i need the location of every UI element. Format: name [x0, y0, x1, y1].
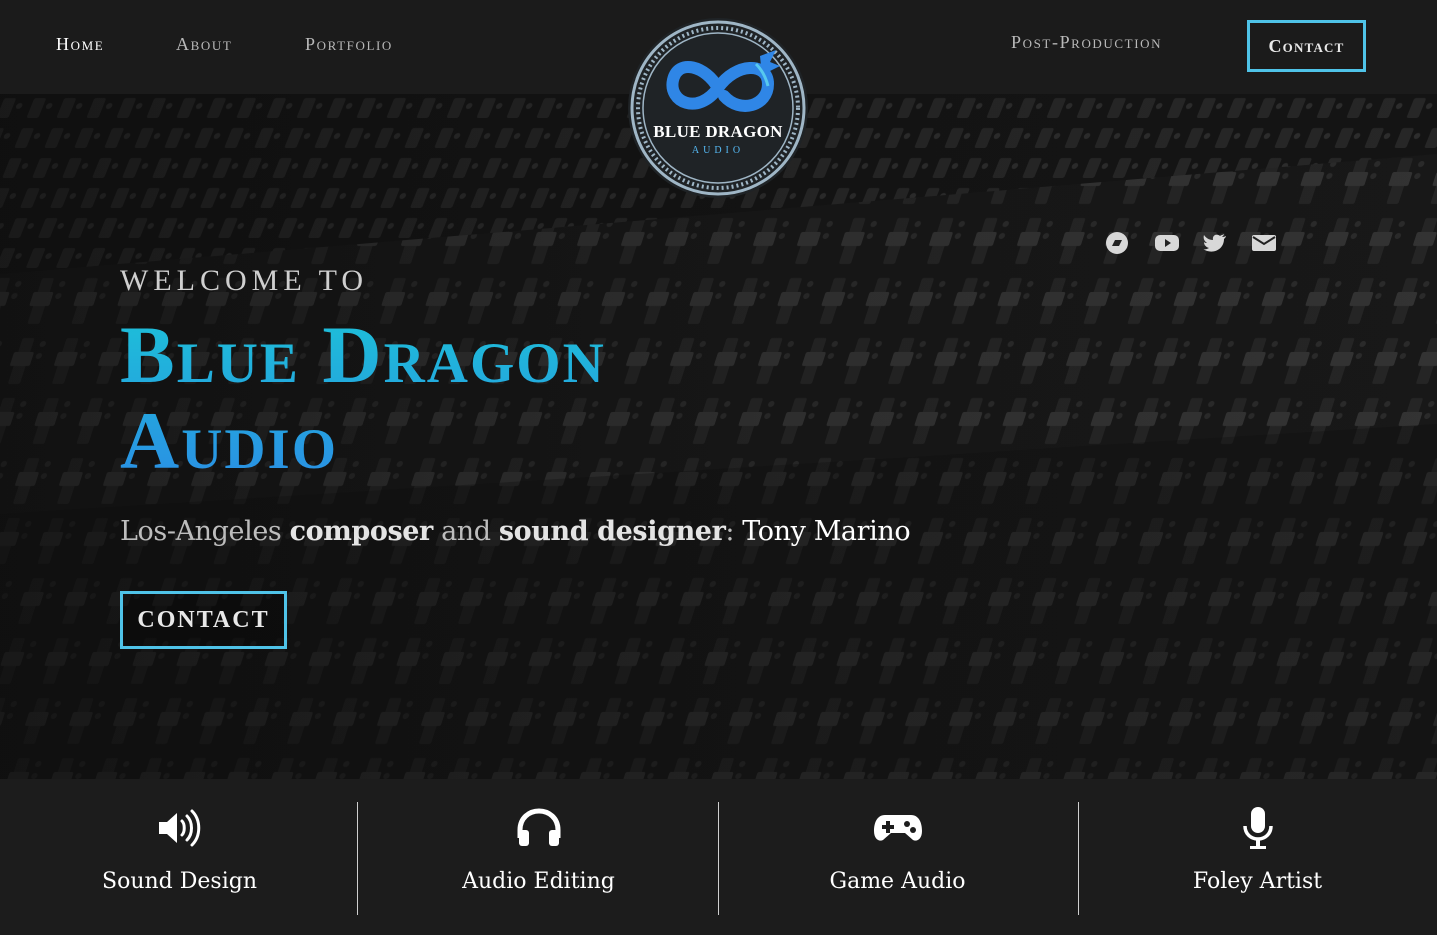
- brand-logo[interactable]: BLUE DRAGON AUDIO: [628, 18, 808, 198]
- service-label: Game Audio: [829, 869, 966, 894]
- nav-portfolio[interactable]: Portfolio: [305, 34, 393, 55]
- hero-contact-button[interactable]: CONTACT: [120, 591, 287, 649]
- hero-title-line1: Blue Dragon: [120, 309, 606, 400]
- service-sound-design[interactable]: Sound Design: [0, 779, 359, 935]
- nav-about[interactable]: About: [176, 34, 232, 55]
- tagline-name: Tony Marino: [742, 516, 911, 547]
- gamepad-icon: [718, 805, 1077, 851]
- twitter-icon[interactable]: [1202, 230, 1228, 256]
- nav-post-production[interactable]: Post-Production: [1011, 32, 1162, 53]
- headphones-icon: [359, 805, 718, 851]
- logo-wordmark: BLUE DRAGON: [653, 122, 783, 141]
- nav-home[interactable]: Home: [56, 34, 104, 55]
- tagline-part2: and: [432, 516, 499, 547]
- tagline-sound-designer: sound designer: [498, 516, 726, 547]
- microphone-icon: [1078, 805, 1437, 851]
- service-audio-editing[interactable]: Audio Editing: [359, 779, 718, 935]
- dragon-logo-icon: [630, 20, 806, 196]
- nav-contact-button[interactable]: Contact: [1247, 20, 1366, 72]
- hero-title-line2: Audio: [120, 395, 339, 486]
- envelope-icon[interactable]: [1251, 230, 1277, 256]
- tagline-part3: :: [725, 516, 743, 547]
- service-foley-artist[interactable]: Foley Artist: [1078, 779, 1437, 935]
- services-bar: Sound Design Audio Editing Game Audio Fo…: [0, 779, 1437, 935]
- logo-subtext: AUDIO: [691, 145, 745, 156]
- hero-tagline: Los-Angeles composer and sound designer:…: [120, 516, 911, 547]
- tagline-part1: Los-Angeles: [120, 516, 290, 547]
- hero-title: Blue Dragon Audio: [120, 312, 840, 484]
- service-label: Audio Editing: [462, 869, 615, 894]
- soundcloud-icon[interactable]: [1104, 230, 1130, 256]
- tagline-composer: composer: [289, 516, 434, 547]
- service-label: Sound Design: [102, 869, 257, 894]
- divider: [357, 802, 358, 915]
- youtube-icon[interactable]: [1154, 230, 1180, 256]
- speaker-volume-icon: [0, 805, 359, 851]
- service-game-audio[interactable]: Game Audio: [718, 779, 1077, 935]
- service-label: Foley Artist: [1192, 869, 1323, 894]
- welcome-heading: WELCOME TO: [120, 264, 369, 297]
